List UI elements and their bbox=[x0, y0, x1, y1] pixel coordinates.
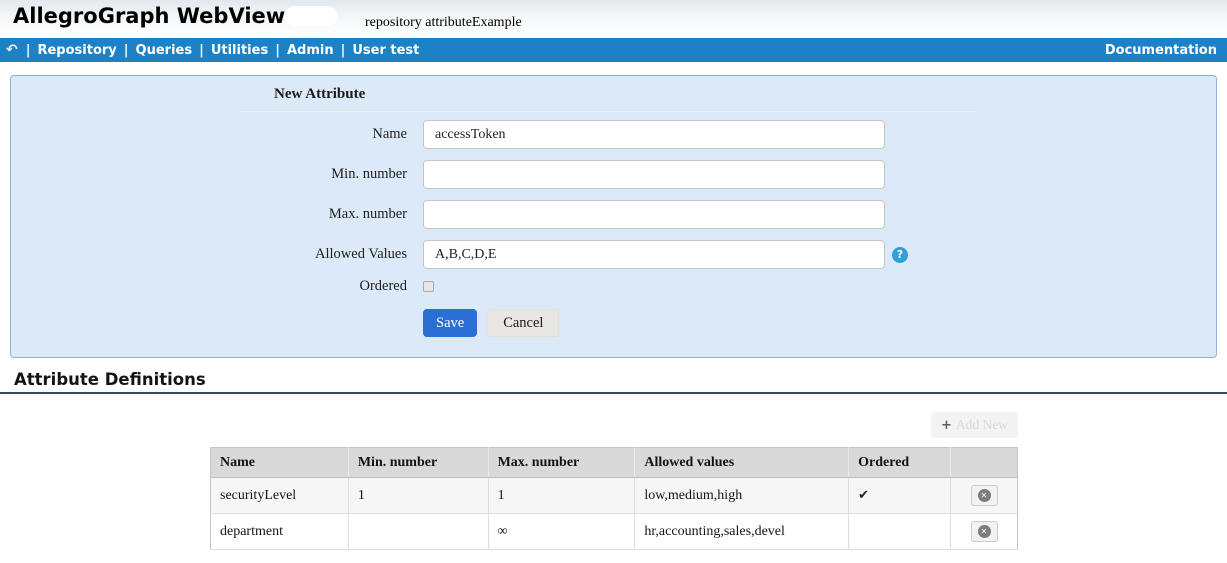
form-row-allowed-values: Allowed Values ? bbox=[11, 240, 1216, 269]
ordered-label: Ordered bbox=[11, 278, 423, 295]
form-row-ordered: Ordered bbox=[11, 280, 1216, 293]
form-row-min-number: Min. number bbox=[11, 160, 1216, 189]
delete-icon: ✕ bbox=[978, 525, 991, 538]
save-button[interactable]: Save bbox=[423, 309, 477, 337]
nav-separator: | bbox=[199, 43, 204, 58]
new-attribute-form: Name Min. number Max. number Allowed Val… bbox=[11, 120, 1216, 337]
nav-item-user-test[interactable]: User test bbox=[352, 43, 419, 58]
max-number-label: Max. number bbox=[11, 206, 423, 223]
attribute-definitions-title: Attribute Definitions bbox=[0, 370, 1227, 394]
col-header-ordered: Ordered bbox=[849, 448, 951, 478]
nav-left: ↶ | Repository | Queries | Utilities | A… bbox=[6, 43, 419, 58]
form-row-max-number: Max. number bbox=[11, 200, 1216, 229]
min-number-input[interactable] bbox=[423, 160, 885, 189]
cell-max: ∞ bbox=[488, 514, 635, 550]
form-buttons-row: Save Cancel bbox=[11, 309, 1216, 337]
nav-separator: | bbox=[341, 43, 346, 58]
form-row-name: Name bbox=[11, 120, 1216, 149]
ordered-checkbox[interactable] bbox=[423, 281, 434, 292]
nav-item-utilities[interactable]: Utilities bbox=[211, 43, 268, 58]
repository-label: repository attributeExample bbox=[365, 15, 522, 31]
main-nav: ↶ | Repository | Queries | Utilities | A… bbox=[0, 38, 1227, 62]
table-row: department ∞ hr,accounting,sales,devel ✕ bbox=[211, 514, 1018, 550]
name-input[interactable] bbox=[423, 120, 885, 149]
cell-min: 1 bbox=[348, 478, 488, 514]
col-header-max-number: Max. number bbox=[488, 448, 635, 478]
app-title: AllegroGraph WebView bbox=[13, 4, 285, 28]
min-number-label: Min. number bbox=[11, 166, 423, 183]
col-header-min-number: Min. number bbox=[348, 448, 488, 478]
table-header-row: Name Min. number Max. number Allowed val… bbox=[211, 448, 1018, 478]
allowed-values-input[interactable] bbox=[423, 240, 885, 269]
cell-actions: ✕ bbox=[951, 478, 1018, 514]
nav-link-documentation[interactable]: Documentation bbox=[1105, 43, 1217, 58]
plus-icon: + bbox=[941, 418, 952, 433]
cell-allowed: low,medium,high bbox=[635, 478, 849, 514]
delete-attribute-button[interactable]: ✕ bbox=[971, 485, 998, 506]
new-attribute-panel: New Attribute Name Min. number Max. numb… bbox=[10, 75, 1217, 358]
max-number-input[interactable] bbox=[423, 200, 885, 229]
cell-ordered bbox=[849, 514, 951, 550]
cell-actions: ✕ bbox=[951, 514, 1018, 550]
cell-ordered: ✔ bbox=[849, 478, 951, 514]
blank-badge bbox=[285, 6, 337, 26]
delete-attribute-button[interactable]: ✕ bbox=[971, 521, 998, 542]
cell-min bbox=[348, 514, 488, 550]
panel-header: New Attribute bbox=[238, 85, 976, 112]
add-new-button[interactable]: + Add New bbox=[931, 412, 1018, 438]
add-new-label: Add New bbox=[956, 417, 1008, 433]
panel-title: New Attribute bbox=[274, 86, 365, 102]
name-label: Name bbox=[11, 126, 423, 143]
cell-max: 1 bbox=[488, 478, 635, 514]
nav-item-repository[interactable]: Repository bbox=[37, 43, 116, 58]
add-new-row: + Add New bbox=[0, 412, 1018, 438]
back-icon[interactable]: ↶ bbox=[6, 43, 18, 57]
col-header-actions bbox=[951, 448, 1018, 478]
col-header-name: Name bbox=[211, 448, 349, 478]
nav-separator: | bbox=[275, 43, 280, 58]
cell-name: securityLevel bbox=[211, 478, 349, 514]
app-header: AllegroGraph WebView repository attribut… bbox=[0, 0, 1227, 38]
nav-separator: | bbox=[26, 43, 31, 58]
cell-name: department bbox=[211, 514, 349, 550]
delete-icon: ✕ bbox=[978, 489, 991, 502]
nav-separator: | bbox=[124, 43, 129, 58]
nav-item-admin[interactable]: Admin bbox=[287, 43, 334, 58]
cell-allowed: hr,accounting,sales,devel bbox=[635, 514, 849, 550]
help-icon[interactable]: ? bbox=[892, 247, 908, 263]
nav-item-queries[interactable]: Queries bbox=[136, 43, 193, 58]
table-row: securityLevel 1 1 low,medium,high ✔ ✕ bbox=[211, 478, 1018, 514]
col-header-allowed-values: Allowed values bbox=[635, 448, 849, 478]
allowed-values-label: Allowed Values bbox=[11, 246, 423, 263]
cancel-button[interactable]: Cancel bbox=[487, 309, 559, 337]
attribute-definitions-table: Name Min. number Max. number Allowed val… bbox=[210, 447, 1018, 550]
